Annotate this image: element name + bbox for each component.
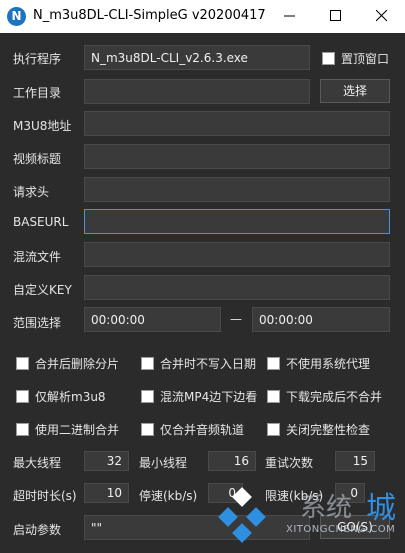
maximize-icon — [330, 10, 341, 21]
min-threads-label: 最小线程 — [139, 456, 188, 470]
retry-input[interactable]: 15 — [335, 451, 375, 471]
m3u8-label: M3U8地址 — [13, 119, 72, 133]
checkbox-box[interactable] — [16, 357, 29, 370]
headers-label: 请求头 — [13, 185, 50, 199]
checkbox-box[interactable] — [141, 423, 154, 436]
max-threads-label: 最大线程 — [13, 456, 62, 470]
args-input[interactable]: "" — [84, 515, 310, 540]
option-label: 仅解析m3u8 — [35, 390, 106, 404]
checkbox-box[interactable] — [267, 357, 280, 370]
ontop-checkbox-box[interactable] — [322, 52, 335, 65]
option-no-system-proxy[interactable]: 不使用系统代理 — [267, 355, 370, 372]
option-label: 合并时不写入日期 — [160, 357, 257, 371]
m3u8-url-input[interactable] — [84, 111, 390, 136]
custom-key-input[interactable] — [84, 275, 390, 300]
minimize-button[interactable] — [267, 0, 313, 33]
watermark-logo-icon — [218, 487, 266, 543]
ontop-label: 置顶窗口 — [341, 52, 390, 66]
stop-speed-label: 停速(kb/s) — [139, 489, 198, 503]
option-label: 下载完成后不合并 — [286, 390, 383, 404]
exec-field[interactable]: N_m3u8DL-CLI_v2.6.3.exe — [84, 45, 310, 70]
checkbox-box[interactable] — [141, 357, 154, 370]
title-bar[interactable]: N N_m3u8DL-CLI-SimpleG v20200417 — [0, 0, 405, 33]
option-no-date-on-merge[interactable]: 合并时不写入日期 — [141, 355, 256, 372]
app-logo-icon: N — [7, 7, 26, 26]
watermark-text: XITONGCHENG.COM — [286, 524, 396, 535]
video-title-input[interactable] — [84, 144, 390, 169]
option-label: 混流MP4边下边看 — [160, 390, 258, 404]
option-label: 使用二进制合并 — [35, 423, 120, 437]
option-parse-only[interactable]: 仅解析m3u8 — [16, 388, 106, 405]
workdir-label: 工作目录 — [13, 86, 62, 100]
range-start-input[interactable]: 00:00:00 — [84, 307, 221, 332]
maximize-button[interactable] — [313, 0, 359, 33]
args-label: 启动参数 — [13, 523, 62, 537]
mux-label: 混流文件 — [13, 250, 62, 264]
option-audio-only-merge[interactable]: 仅合并音频轨道 — [141, 421, 244, 438]
option-delete-after-merge[interactable]: 合并后删除分片 — [16, 355, 119, 372]
option-binary-merge[interactable]: 使用二进制合并 — [16, 421, 119, 438]
baseurl-input[interactable] — [84, 209, 390, 234]
watermark-cn-text: 系统 — [300, 493, 353, 523]
timeout-label: 超时时长(s) — [13, 489, 77, 503]
headers-input[interactable] — [84, 177, 390, 202]
min-threads-input[interactable]: 16 — [208, 451, 256, 471]
option-label: 关闭完整性检查 — [286, 423, 371, 437]
key-label: 自定义KEY — [13, 283, 72, 297]
range-end-input[interactable]: 00:00:00 — [252, 307, 390, 332]
workdir-field[interactable] — [84, 79, 310, 104]
close-icon — [376, 10, 388, 22]
option-mux-live-view[interactable]: 混流MP4边下边看 — [141, 388, 257, 405]
close-button[interactable] — [359, 0, 405, 33]
option-label: 合并后删除分片 — [35, 357, 120, 371]
mux-input[interactable] — [84, 242, 390, 267]
retry-label: 重试次数 — [265, 456, 314, 470]
baseurl-label: BASEURL — [13, 215, 69, 229]
option-no-merge-after-download[interactable]: 下载完成后不合并 — [267, 388, 382, 405]
option-label: 仅合并音频轨道 — [160, 423, 245, 437]
checkbox-box[interactable] — [16, 390, 29, 403]
minimize-icon — [284, 15, 295, 17]
timeout-input[interactable]: 10 — [84, 483, 129, 503]
checkbox-box[interactable] — [267, 390, 280, 403]
checkbox-box[interactable] — [141, 390, 154, 403]
option-label: 不使用系统代理 — [286, 357, 371, 371]
window-title: N_m3u8DL-CLI-SimpleG v20200417 — [33, 8, 266, 23]
max-threads-input[interactable]: 32 — [84, 451, 129, 471]
watermark-cn-text-accent: 城 — [366, 491, 396, 526]
range-label: 范围选择 — [13, 316, 62, 330]
select-button[interactable]: 选择 — [320, 79, 390, 103]
app-window: N N_m3u8DL-CLI-SimpleG v20200417 执行程序 N_… — [0, 0, 405, 553]
option-disable-integrity-check[interactable]: 关闭完整性检查 — [267, 421, 370, 438]
exec-label: 执行程序 — [13, 52, 62, 66]
range-separator: — — [230, 312, 242, 326]
checkbox-box[interactable] — [16, 423, 29, 436]
video-title-label: 视频标题 — [13, 152, 62, 166]
checkbox-box[interactable] — [267, 423, 280, 436]
ontop-checkbox[interactable]: 置顶窗口 — [322, 50, 389, 67]
